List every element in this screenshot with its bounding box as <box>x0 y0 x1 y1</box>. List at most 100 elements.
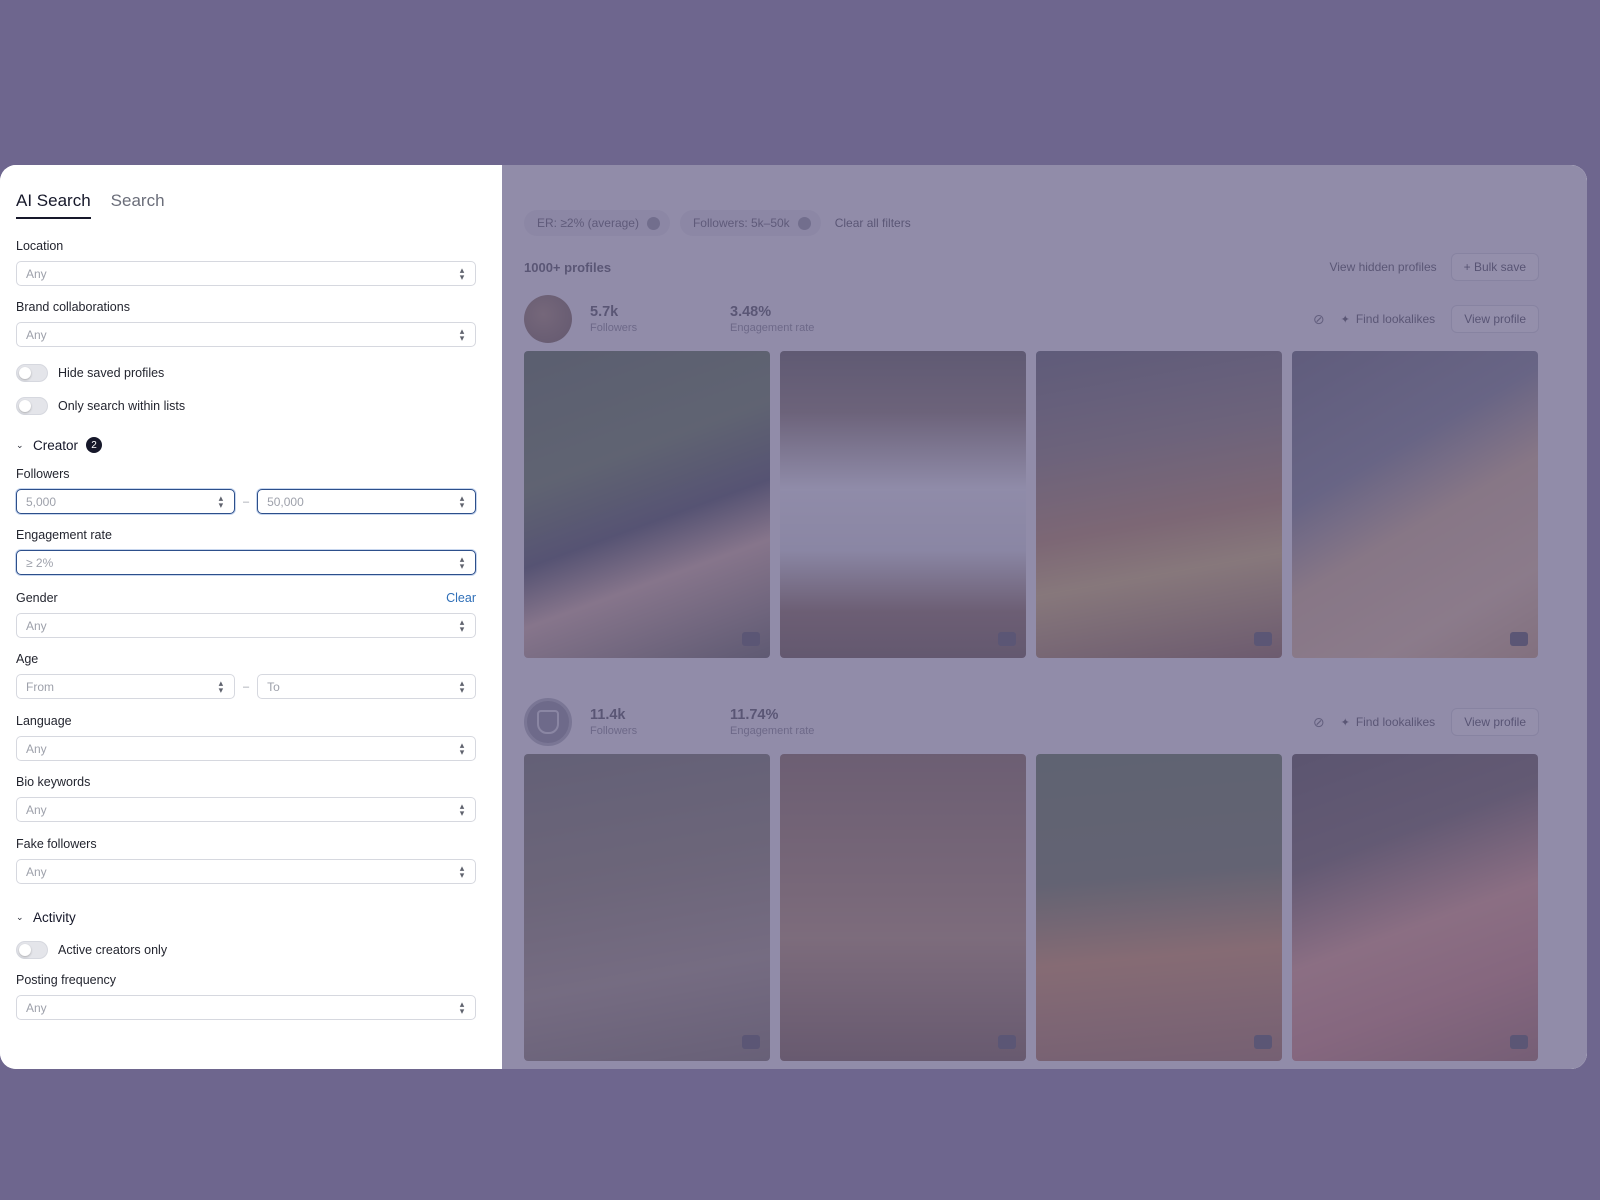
tab-ai-search[interactable]: AI Search <box>16 191 91 219</box>
hide-saved-label: Hide saved profiles <box>58 366 165 380</box>
active-only-row: Active creators only <box>16 941 476 959</box>
age-from-select[interactable]: From ▴ ▾ <box>16 674 235 699</box>
post-thumbnail[interactable] <box>524 351 770 658</box>
post-thumbnail[interactable] <box>1292 351 1538 658</box>
followers-label: Followers <box>16 467 70 481</box>
results-header: 1000+ profiles View hidden profiles + Bu… <box>524 253 1539 281</box>
only-lists-toggle[interactable] <box>16 397 48 415</box>
followers-stat: 5.7k Followers <box>590 304 638 334</box>
results-panel: ER: ≥2% (average) Followers: 5k–50k Clea… <box>502 165 1587 1069</box>
post-thumbnail[interactable] <box>780 351 1026 658</box>
hide-saved-toggle[interactable] <box>16 364 48 382</box>
post-thumbnail[interactable] <box>1292 754 1538 1061</box>
only-lists-row: Only search within lists <box>16 397 476 415</box>
gender-select[interactable]: Any ▴ ▾ <box>16 613 476 638</box>
engagement-label: Engagement rate <box>16 528 112 542</box>
post-thumbnail[interactable] <box>1036 754 1282 1061</box>
engagement-stat: 3.48% Engagement rate <box>730 304 815 334</box>
location-filter: Location Any ▴ ▾ <box>16 239 476 286</box>
find-lookalikes-button[interactable]: ✦ Find lookalikes <box>1341 715 1436 729</box>
hide-saved-row: Hide saved profiles <box>16 364 476 382</box>
brand-collab-filter: Brand collaborations Any ▴ ▾ <box>16 300 476 347</box>
view-hidden-profiles-link[interactable]: View hidden profiles <box>1329 260 1436 274</box>
age-label: Age <box>16 652 39 666</box>
location-select[interactable]: Any ▴ ▾ <box>16 261 476 286</box>
followers-stat: 11.4k Followers <box>590 707 638 737</box>
profile-card: 5.7k Followers 3.48% Engagement rate ⊘ ✦… <box>524 295 1539 658</box>
gender-label: Gender <box>16 591 58 605</box>
hide-eye-icon[interactable]: ⊘ <box>1313 714 1325 731</box>
profile-card: 11.4k Followers 11.74% Engagement rate ⊘… <box>524 698 1539 1061</box>
video-icon <box>998 632 1016 646</box>
chevron-updown-icon: ▴ ▾ <box>459 264 465 282</box>
creator-filter-count-badge: 2 <box>86 437 103 453</box>
age-filter: Age From ▴ ▾ – To ▴ ▾ <box>16 652 476 699</box>
sparkle-icon: ✦ <box>1340 314 1350 326</box>
chip-er[interactable]: ER: ≥2% (average) <box>524 210 670 236</box>
chip-followers[interactable]: Followers: 5k–50k <box>679 210 821 236</box>
range-dash: – <box>242 495 250 508</box>
language-select[interactable]: Any ▴ ▾ <box>16 736 476 761</box>
post-thumbnail[interactable] <box>1036 351 1282 658</box>
age-to-select[interactable]: To ▴ ▾ <box>257 674 476 699</box>
avatar[interactable] <box>524 698 572 746</box>
engagement-select[interactable]: ≥ 2% ▴ ▾ <box>16 550 476 575</box>
language-label: Language <box>16 714 72 728</box>
creator-section-toggle[interactable]: ⌄ Creator 2 <box>16 436 476 454</box>
engagement-filter: Engagement rate ≥ 2% ▴ ▾ <box>16 528 476 575</box>
video-icon <box>742 632 760 646</box>
active-only-toggle[interactable] <box>16 941 48 959</box>
active-only-label: Active creators only <box>58 943 168 957</box>
chevron-updown-icon: ▴ ▾ <box>218 677 224 695</box>
post-grid <box>524 754 1539 1061</box>
search-tabs: AI Search Search <box>16 191 476 219</box>
posting-frequency-filter: Posting frequency Any ▴ ▾ <box>16 973 476 1020</box>
results-count: 1000+ profiles <box>524 259 612 275</box>
brand-collab-select[interactable]: Any ▴ ▾ <box>16 322 476 347</box>
chevron-down-icon: ⌄ <box>16 911 24 922</box>
clear-all-filters-button[interactable]: Clear all filters <box>835 216 911 230</box>
fake-followers-select[interactable]: Any ▴ ▾ <box>16 859 476 884</box>
post-thumbnail[interactable] <box>780 754 1026 1061</box>
video-icon <box>998 1035 1016 1049</box>
gender-clear-link[interactable]: Clear <box>446 591 476 606</box>
bio-keywords-filter: Bio keywords Any ▴ ▾ <box>16 775 476 822</box>
post-thumbnail[interactable] <box>524 754 770 1061</box>
followers-filter: Followers 5,000 ▴ ▾ – 50,000 ▴ ▾ <box>16 467 476 514</box>
chevron-updown-icon: ▴ ▾ <box>459 800 465 818</box>
video-icon <box>1254 632 1272 646</box>
chevron-updown-icon: ▴ ▾ <box>459 677 465 695</box>
only-lists-label: Only search within lists <box>58 399 186 413</box>
view-profile-button[interactable]: View profile <box>1451 708 1539 736</box>
video-icon <box>1254 1035 1272 1049</box>
hide-eye-icon[interactable]: ⊘ <box>1313 311 1325 328</box>
followers-to-input[interactable]: 50,000 ▴ ▾ <box>257 489 476 514</box>
creator-section-label: Creator <box>33 437 79 453</box>
avatar[interactable] <box>524 295 572 343</box>
close-icon[interactable] <box>797 216 811 230</box>
tab-search[interactable]: Search <box>111 191 165 219</box>
bio-keywords-label: Bio keywords <box>16 775 91 789</box>
chevron-updown-icon: ▴ ▾ <box>459 739 465 757</box>
chevron-updown-icon: ▴ ▾ <box>459 998 465 1016</box>
activity-section-label: Activity <box>33 909 76 925</box>
chevron-updown-icon: ▴ ▾ <box>218 492 224 510</box>
filter-sidebar: AI Search Search Location Any ▴ ▾ Brand c… <box>0 165 502 1069</box>
posting-frequency-label: Posting frequency <box>16 973 117 987</box>
location-label: Location <box>16 239 64 253</box>
bio-keywords-select[interactable]: Any ▴ ▾ <box>16 797 476 822</box>
posting-frequency-select[interactable]: Any ▴ ▾ <box>16 995 476 1020</box>
engagement-stat: 11.74% Engagement rate <box>730 707 815 737</box>
find-lookalikes-button[interactable]: ✦ Find lookalikes <box>1341 312 1436 326</box>
active-filter-chips: ER: ≥2% (average) Followers: 5k–50k Clea… <box>524 209 1539 237</box>
view-profile-button[interactable]: View profile <box>1451 305 1539 333</box>
chevron-updown-icon: ▴ ▾ <box>459 553 465 571</box>
bulk-save-button[interactable]: + Bulk save <box>1450 253 1539 281</box>
followers-from-input[interactable]: 5,000 ▴ ▾ <box>16 489 235 514</box>
shield-logo-icon <box>537 710 559 734</box>
activity-section-toggle[interactable]: ⌄ Activity <box>16 908 476 926</box>
sparkle-icon: ✦ <box>1340 717 1350 729</box>
close-icon[interactable] <box>646 216 660 230</box>
range-dash: – <box>242 680 250 693</box>
app-window: AI Search Search Location Any ▴ ▾ Brand c… <box>0 165 1587 1069</box>
